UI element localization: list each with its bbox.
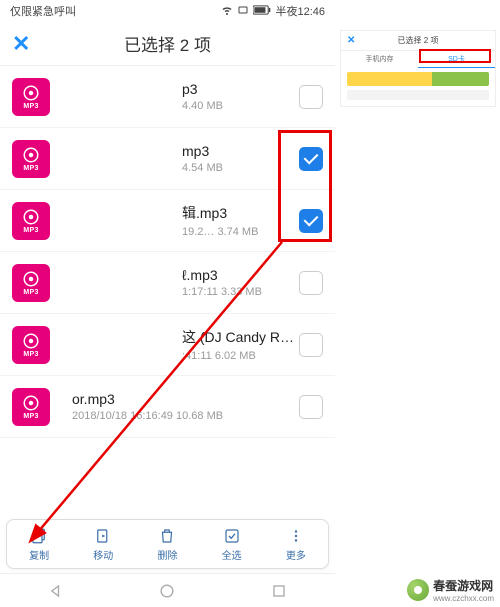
- checkbox[interactable]: [299, 333, 323, 357]
- list-item[interactable]: MP3 mp34.54 MB: [0, 128, 335, 190]
- annotation-redbox-mini: [419, 49, 491, 63]
- mp3-icon: MP3: [12, 264, 50, 302]
- file-info: or.mp32018/10/18 16:16:49 10.68 MB: [62, 391, 299, 422]
- mp3-icon: MP3: [12, 388, 50, 426]
- list-item[interactable]: MP3 辑.mp319.2… 3.74 MB: [0, 190, 335, 252]
- status-left: 仅限紧急呼叫: [10, 3, 76, 19]
- checkbox[interactable]: [299, 271, 323, 295]
- mp3-icon: MP3: [12, 202, 50, 240]
- nav-back[interactable]: [44, 579, 68, 603]
- phone-screen: 仅限紧急呼叫 半夜12:46 ✕ 已选择 2 项 MP3 p34.40 MB M…: [0, 0, 335, 607]
- nav-home[interactable]: [155, 579, 179, 603]
- android-nav: [0, 573, 335, 607]
- nav-recent[interactable]: [267, 579, 291, 603]
- action-bar: 复制 移动 删除 全选 更多: [6, 519, 329, 569]
- mp3-icon: MP3: [12, 326, 50, 364]
- card-icon: [237, 4, 249, 19]
- mini-screenshot: ✕ 已选择 2 项 手机内存 SD卡 ›: [340, 30, 496, 107]
- file-info: 辑.mp319.2… 3.74 MB: [62, 203, 299, 238]
- copy-button[interactable]: 复制: [29, 527, 49, 562]
- status-right: 半夜12:46: [221, 3, 325, 19]
- page-title: 已选择 2 项: [0, 31, 335, 56]
- list-item[interactable]: MP3 这 (DJ Candy Remix).m…:41:11 6.02 MB: [0, 314, 335, 376]
- file-info: mp34.54 MB: [62, 143, 299, 174]
- mp3-icon: MP3: [12, 78, 50, 116]
- status-time: 半夜12:46: [275, 3, 325, 19]
- list-item[interactable]: MP3 ℓ.mp31:17:11 3.33 MB: [0, 252, 335, 314]
- selectall-button[interactable]: 全选: [222, 527, 242, 562]
- file-info: ℓ.mp31:17:11 3.33 MB: [62, 267, 299, 298]
- mp3-icon: MP3: [12, 140, 50, 178]
- watermark-logo: [407, 579, 429, 601]
- list-item[interactable]: MP3 or.mp32018/10/18 16:16:49 10.68 MB: [0, 376, 335, 438]
- close-icon[interactable]: ✕: [12, 31, 30, 57]
- more-button[interactable]: 更多: [286, 527, 306, 562]
- mini-tab-internal: 手机内存: [341, 51, 418, 68]
- file-info: 这 (DJ Candy Remix).m…:41:11 6.02 MB: [62, 327, 299, 362]
- move-button[interactable]: 移动: [93, 527, 113, 562]
- wifi-icon: [221, 4, 233, 19]
- list-item[interactable]: MP3 p34.40 MB: [0, 66, 335, 128]
- watermark: 春蚕游戏网 www.czchxx.com: [407, 577, 494, 603]
- delete-button[interactable]: 删除: [157, 527, 177, 562]
- checkbox[interactable]: [299, 147, 323, 171]
- file-info: p34.40 MB: [62, 81, 299, 112]
- status-bar: 仅限紧急呼叫 半夜12:46: [0, 0, 335, 22]
- checkbox[interactable]: [299, 209, 323, 233]
- checkbox[interactable]: [299, 395, 323, 419]
- file-list: MP3 p34.40 MB MP3 mp34.54 MB MP3 辑.mp319…: [0, 66, 335, 438]
- header: ✕ 已选择 2 项: [0, 22, 335, 66]
- battery-icon: [253, 5, 271, 18]
- checkbox[interactable]: [299, 85, 323, 109]
